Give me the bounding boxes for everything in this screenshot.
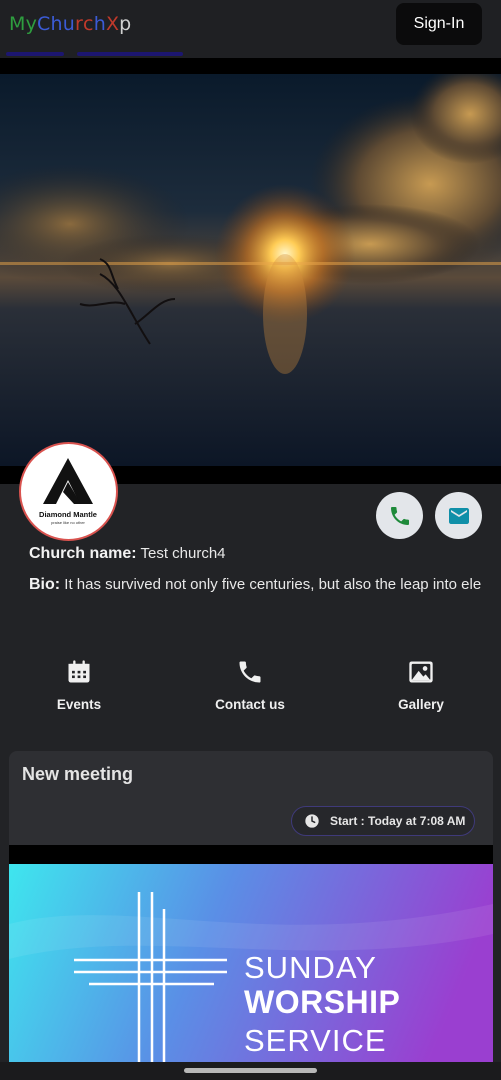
church-name-value: Test church4 <box>140 545 226 562</box>
brand-letter: C <box>37 13 51 35</box>
sign-in-button[interactable]: Sign-In <box>396 3 482 45</box>
hero-letterbox-top <box>0 58 501 74</box>
home-gesture-handle[interactable] <box>184 1068 317 1073</box>
calendar-icon <box>68 660 90 683</box>
phone-icon <box>239 661 261 683</box>
brand-letter: u <box>62 13 76 35</box>
mail-icon <box>448 507 469 524</box>
mail-button[interactable] <box>435 492 482 539</box>
church-name: Church name: Test church4 <box>29 545 226 563</box>
clock-icon <box>305 814 319 828</box>
brand-letter: p <box>119 13 132 35</box>
logo-text: Diamond Mantle <box>39 510 97 519</box>
church-bio: Bio: It has survived not only five centu… <box>29 572 484 597</box>
banner-line-3: SERVICE <box>244 1023 387 1058</box>
church-bio-label: Bio: <box>29 576 61 593</box>
top-app-bar: MyChurchXp Sign-In <box>0 0 501 58</box>
brand-letter: X <box>105 13 120 35</box>
gallery-label: Gallery <box>398 697 444 712</box>
gallery-action[interactable]: Gallery <box>366 657 476 712</box>
start-time-text: Start : Today at 7:08 AM <box>330 814 466 828</box>
events-label: Events <box>56 697 102 712</box>
brand-letter: h <box>93 13 106 35</box>
contact-us-label: Contact us <box>215 697 285 712</box>
brand-letter: y <box>25 13 38 35</box>
events-action[interactable]: Events <box>24 657 134 712</box>
brand-letter: h <box>50 13 63 35</box>
church-logo: Diamond Mantle praise like no other <box>19 442 118 541</box>
call-button[interactable] <box>376 492 423 539</box>
app-logo-text[interactable]: MyChurchXp <box>9 13 131 35</box>
cover-image <box>0 74 501 466</box>
tab-indicator <box>6 52 64 56</box>
banner-letterbox <box>9 845 493 864</box>
brand-letter: c <box>83 13 94 35</box>
brand-letter: r <box>75 13 84 35</box>
phone-icon <box>390 506 409 525</box>
church-name-label: Church name: <box>29 545 137 562</box>
brand-letter: M <box>9 13 26 35</box>
tab-indicator <box>77 52 183 56</box>
banner-line-1: SUNDAY <box>244 950 377 985</box>
church-bio-value: It has survived not only five centuries,… <box>64 576 482 593</box>
image-icon <box>409 661 433 683</box>
start-time-badge: Start : Today at 7:08 AM <box>291 806 475 836</box>
meeting-card[interactable]: New meeting Start : Today at 7:08 AM SUN… <box>9 751 493 1080</box>
banner-line-2: WORSHIP <box>244 984 401 1020</box>
meeting-title: New meeting <box>22 764 134 784</box>
contact-us-action[interactable]: Contact us <box>195 657 305 712</box>
logo-tagline: praise like no other <box>51 520 85 525</box>
